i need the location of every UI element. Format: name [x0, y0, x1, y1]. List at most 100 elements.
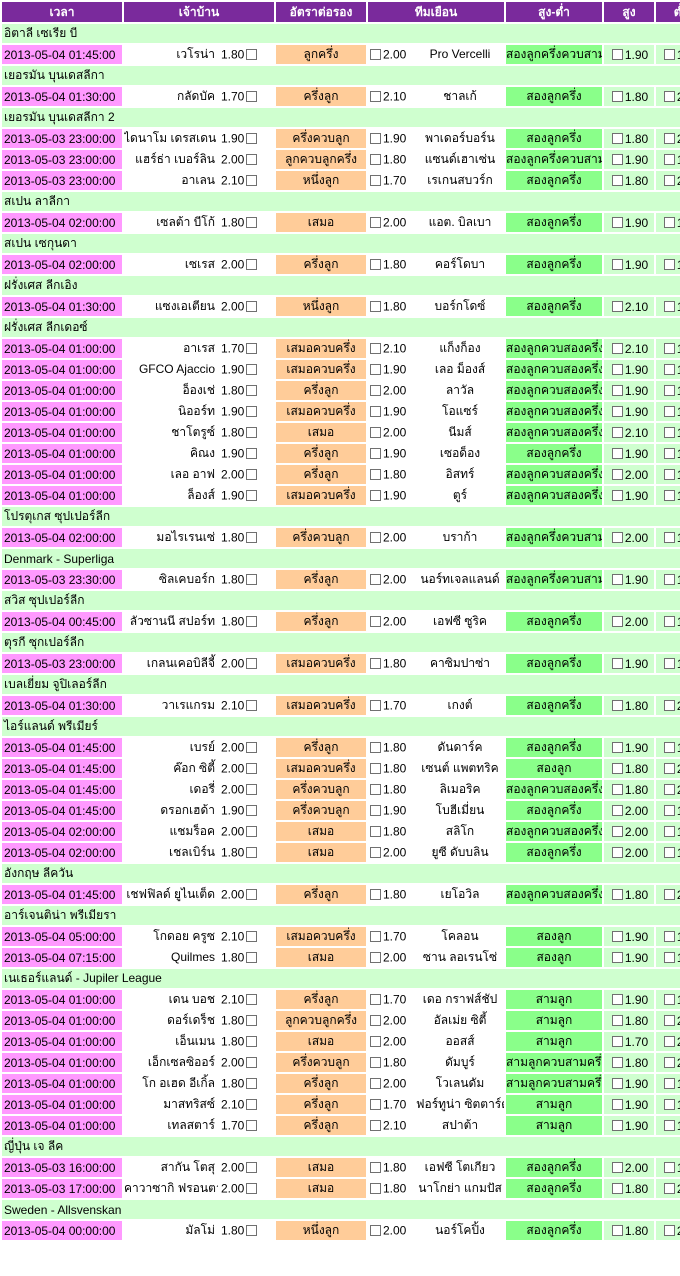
over-odds-cell[interactable]: 1.90: [604, 1116, 654, 1135]
under-bet-checkbox[interactable]: [663, 217, 675, 229]
away-odds-cell[interactable]: 2.00: [368, 570, 416, 589]
under-bet-checkbox[interactable]: [663, 952, 675, 964]
home-bet-checkbox[interactable]: [246, 1057, 258, 1069]
under-bet-checkbox[interactable]: [663, 406, 675, 418]
under-odds-cell[interactable]: 1.90: [656, 402, 680, 421]
away-bet-checkbox[interactable]: [370, 1036, 381, 1048]
under-bet-checkbox[interactable]: [663, 385, 675, 397]
away-odds-cell[interactable]: 1.80: [368, 465, 416, 484]
home-bet-checkbox[interactable]: [246, 175, 258, 187]
away-bet-checkbox[interactable]: [370, 1078, 381, 1090]
under-odds-cell[interactable]: 2.00: [656, 759, 680, 778]
over-bet-checkbox[interactable]: [611, 49, 623, 61]
under-odds-cell[interactable]: 1.70: [656, 297, 680, 316]
over-odds-cell[interactable]: 1.80: [604, 87, 654, 106]
under-bet-checkbox[interactable]: [663, 994, 675, 1006]
away-odds-cell[interactable]: 2.00: [368, 843, 416, 862]
under-bet-checkbox[interactable]: [663, 301, 675, 313]
away-odds-cell[interactable]: 1.80: [368, 738, 416, 757]
away-bet-checkbox[interactable]: [370, 847, 381, 859]
away-odds-cell[interactable]: 1.90: [368, 402, 416, 421]
over-odds-cell[interactable]: 1.90: [604, 990, 654, 1009]
home-odds-cell[interactable]: 2.00: [218, 1158, 274, 1177]
away-odds-cell[interactable]: 1.80: [368, 255, 416, 274]
over-bet-checkbox[interactable]: [611, 1015, 623, 1027]
under-bet-checkbox[interactable]: [663, 448, 675, 460]
under-bet-checkbox[interactable]: [663, 364, 675, 376]
away-bet-checkbox[interactable]: [370, 364, 381, 376]
over-bet-checkbox[interactable]: [611, 1057, 623, 1069]
away-odds-cell[interactable]: 2.00: [368, 528, 416, 547]
over-bet-checkbox[interactable]: [611, 805, 623, 817]
home-bet-checkbox[interactable]: [246, 385, 258, 397]
away-odds-cell[interactable]: 2.00: [368, 1032, 416, 1051]
home-odds-cell[interactable]: 1.80: [218, 423, 274, 442]
away-odds-cell[interactable]: 1.90: [368, 129, 416, 148]
home-bet-checkbox[interactable]: [246, 1162, 258, 1174]
under-odds-cell[interactable]: 1.90: [656, 213, 680, 232]
over-odds-cell[interactable]: 1.80: [604, 759, 654, 778]
over-bet-checkbox[interactable]: [611, 385, 623, 397]
over-bet-checkbox[interactable]: [611, 490, 623, 502]
away-odds-cell[interactable]: 1.90: [368, 444, 416, 463]
under-odds-cell[interactable]: 2.00: [656, 1053, 680, 1072]
home-odds-cell[interactable]: 2.00: [218, 465, 274, 484]
home-odds-cell[interactable]: 2.10: [218, 696, 274, 715]
away-bet-checkbox[interactable]: [370, 301, 381, 313]
under-bet-checkbox[interactable]: [663, 1162, 675, 1174]
home-odds-cell[interactable]: 2.00: [218, 780, 274, 799]
away-odds-cell[interactable]: 1.80: [368, 822, 416, 841]
home-odds-cell[interactable]: 2.00: [218, 1053, 274, 1072]
over-bet-checkbox[interactable]: [611, 574, 623, 586]
away-bet-checkbox[interactable]: [370, 1162, 381, 1174]
away-bet-checkbox[interactable]: [370, 658, 381, 670]
over-odds-cell[interactable]: 2.00: [604, 801, 654, 820]
over-bet-checkbox[interactable]: [611, 847, 623, 859]
under-bet-checkbox[interactable]: [663, 1183, 675, 1195]
home-bet-checkbox[interactable]: [246, 784, 258, 796]
under-odds-cell[interactable]: 1.70: [656, 339, 680, 358]
away-bet-checkbox[interactable]: [370, 931, 381, 943]
over-bet-checkbox[interactable]: [611, 91, 623, 103]
over-odds-cell[interactable]: 2.00: [604, 1158, 654, 1177]
over-odds-cell[interactable]: 1.80: [604, 696, 654, 715]
home-bet-checkbox[interactable]: [246, 364, 258, 376]
over-odds-cell[interactable]: 1.90: [604, 486, 654, 505]
away-bet-checkbox[interactable]: [370, 385, 381, 397]
over-odds-cell[interactable]: 2.00: [604, 612, 654, 631]
away-odds-cell[interactable]: 1.90: [368, 486, 416, 505]
away-odds-cell[interactable]: 1.70: [368, 171, 416, 190]
away-bet-checkbox[interactable]: [370, 784, 381, 796]
under-bet-checkbox[interactable]: [663, 616, 675, 628]
away-odds-cell[interactable]: 2.00: [368, 45, 416, 64]
under-odds-cell[interactable]: 1.90: [656, 255, 680, 274]
under-odds-cell[interactable]: 1.80: [656, 465, 680, 484]
over-bet-checkbox[interactable]: [611, 616, 623, 628]
over-odds-cell[interactable]: 2.00: [604, 528, 654, 547]
over-bet-checkbox[interactable]: [611, 448, 623, 460]
under-odds-cell[interactable]: 1.80: [656, 612, 680, 631]
under-bet-checkbox[interactable]: [663, 175, 675, 187]
under-bet-checkbox[interactable]: [663, 427, 675, 439]
under-odds-cell[interactable]: 1.90: [656, 738, 680, 757]
over-bet-checkbox[interactable]: [611, 952, 623, 964]
away-bet-checkbox[interactable]: [370, 1015, 381, 1027]
home-odds-cell[interactable]: 1.90: [218, 444, 274, 463]
away-bet-checkbox[interactable]: [370, 805, 381, 817]
under-odds-cell[interactable]: 1.90: [656, 654, 680, 673]
home-bet-checkbox[interactable]: [246, 931, 258, 943]
over-bet-checkbox[interactable]: [611, 658, 623, 670]
over-bet-checkbox[interactable]: [611, 826, 623, 838]
home-odds-cell[interactable]: 2.00: [218, 885, 274, 904]
away-odds-cell[interactable]: 1.70: [368, 1095, 416, 1114]
away-bet-checkbox[interactable]: [370, 700, 381, 712]
home-bet-checkbox[interactable]: [246, 49, 258, 61]
home-odds-cell[interactable]: 2.10: [218, 927, 274, 946]
away-odds-cell[interactable]: 1.80: [368, 297, 416, 316]
home-bet-checkbox[interactable]: [246, 217, 258, 229]
under-odds-cell[interactable]: 2.00: [656, 1221, 680, 1240]
home-odds-cell[interactable]: 1.80: [218, 1011, 274, 1030]
over-bet-checkbox[interactable]: [611, 1183, 623, 1195]
home-odds-cell[interactable]: 1.90: [218, 360, 274, 379]
away-bet-checkbox[interactable]: [370, 1225, 381, 1237]
